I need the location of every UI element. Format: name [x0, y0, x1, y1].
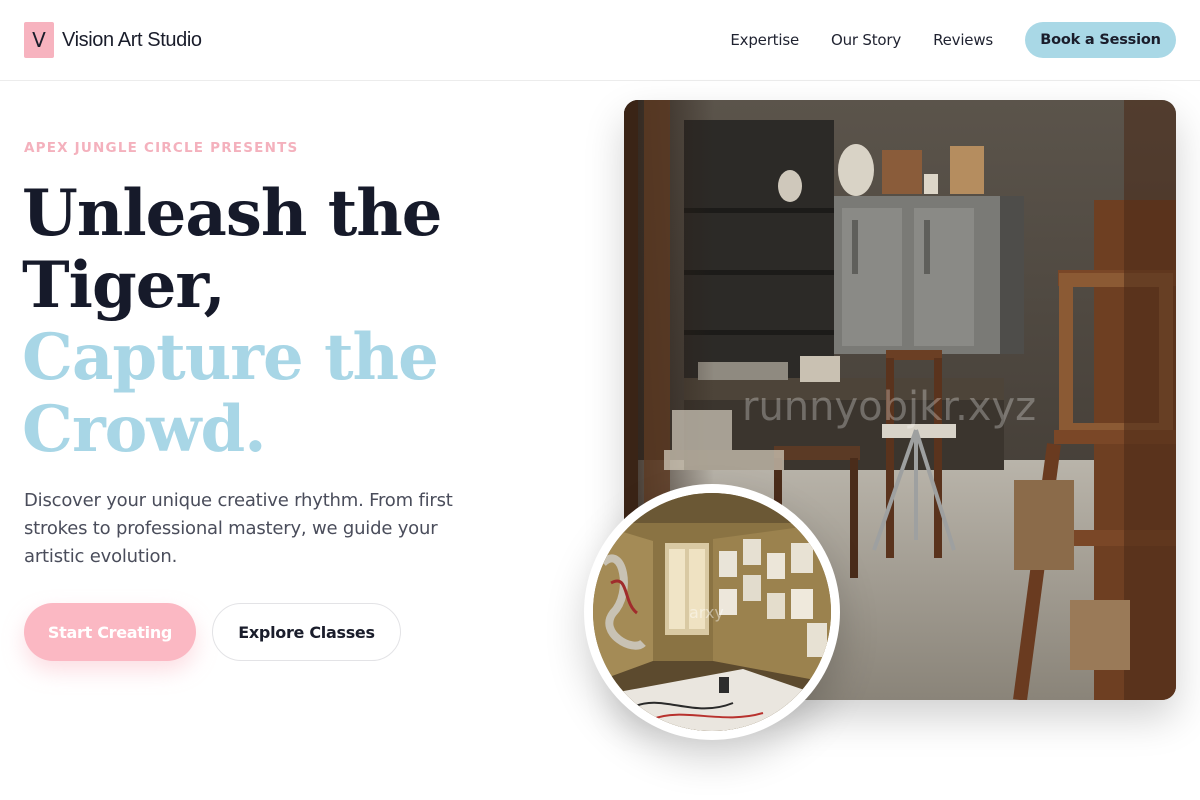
hero-eyebrow: APEX JUNGLE CIRCLE PRESENTS [24, 140, 299, 156]
hero-description: Discover your unique creative rhythm. Fr… [24, 490, 453, 567]
start-creating-button[interactable]: Start Creating [24, 603, 196, 661]
headline-line-3: Capture the [22, 320, 439, 395]
brand-mark-icon: V [24, 22, 54, 58]
inset-image-watermark: arxy [689, 603, 724, 622]
brand-logo[interactable]: V Vision Art Studio [24, 22, 202, 58]
headline-line-1: Unleash the [22, 176, 443, 251]
headline-line-2: Tiger, [22, 248, 226, 323]
nav-link-our-story[interactable]: Our Story [831, 31, 901, 49]
inset-photo-frame: arxy [584, 484, 840, 740]
main-nav: Expertise Our Story Reviews Book a Sessi… [730, 22, 1176, 58]
hero-headline: Unleash the Tiger, Capture the Crowd. [22, 178, 582, 466]
nav-link-expertise[interactable]: Expertise [730, 31, 799, 49]
nav-link-reviews[interactable]: Reviews [933, 31, 993, 49]
brand-name: Vision Art Studio [62, 28, 202, 51]
site-header: V Vision Art Studio Expertise Our Story … [0, 0, 1200, 81]
main-image-watermark: runnyobjkr.xyz [742, 384, 1037, 430]
book-session-button[interactable]: Book a Session [1025, 22, 1176, 58]
inset-photo: arxy [593, 493, 831, 731]
headline-line-4: Crowd. [22, 392, 266, 467]
explore-classes-button[interactable]: Explore Classes [212, 603, 401, 661]
